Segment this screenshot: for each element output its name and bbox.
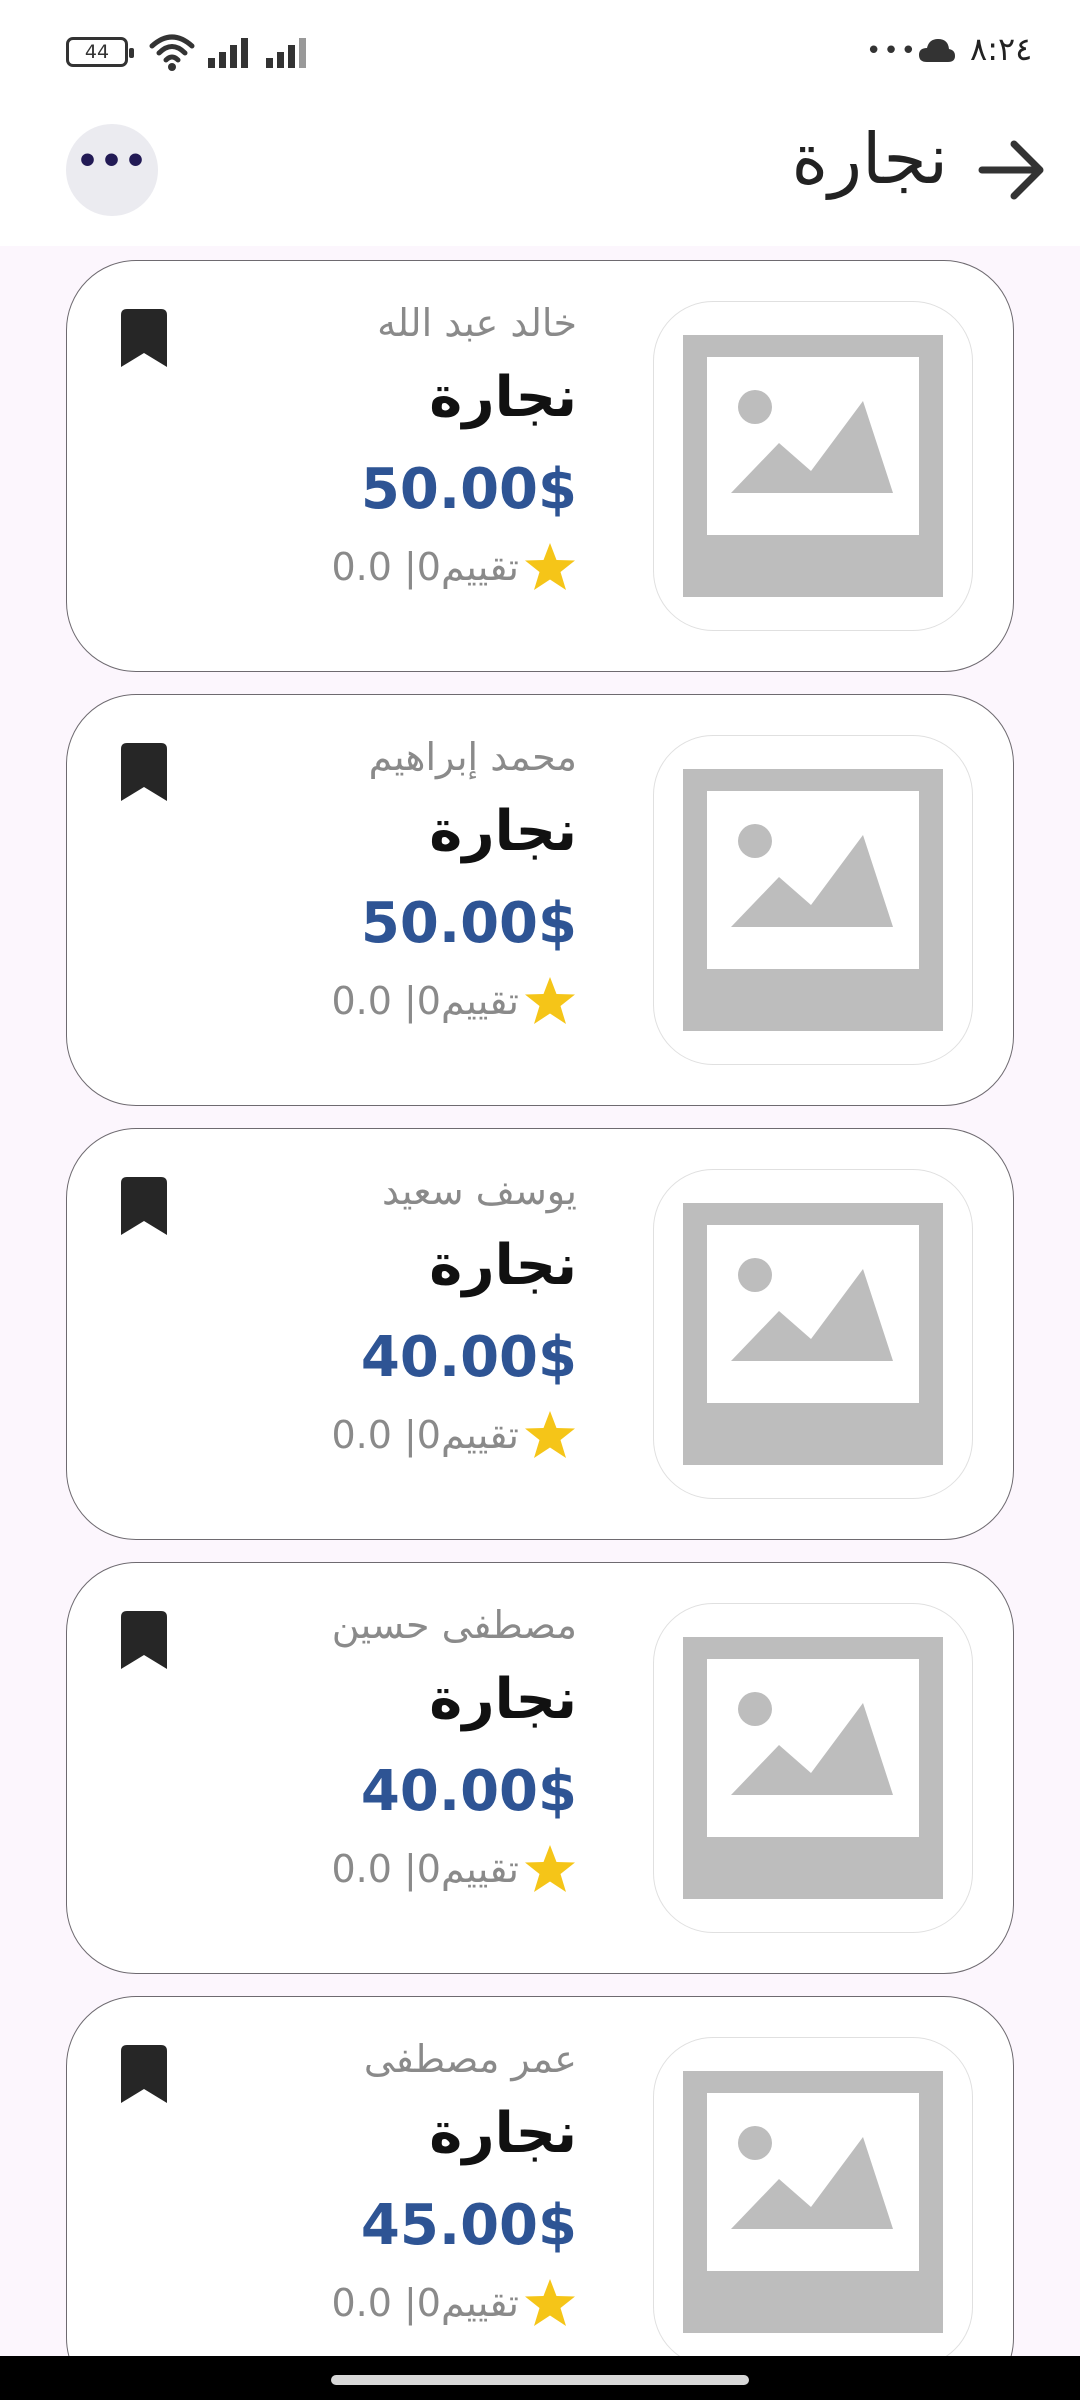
bookmark-icon[interactable]	[121, 1611, 167, 1669]
image-placeholder-icon	[683, 1203, 943, 1465]
rating-text: 0.0 |0تقييم	[331, 2281, 519, 2325]
product-card[interactable]: يوسف سعيد نجارة 40.00$ 0.0 |0تقييم	[66, 1128, 1014, 1540]
system-navigation-bar	[0, 2356, 1080, 2400]
rating-text: 0.0 |0تقييم	[331, 979, 519, 1023]
star-icon	[525, 1411, 575, 1458]
seller-name: عمر مصطفى	[363, 2037, 577, 2081]
image-placeholder-icon	[683, 335, 943, 597]
rating: 0.0 |0تقييم	[331, 1409, 577, 1461]
product-title: نجارة	[429, 1667, 577, 1732]
product-image-placeholder	[653, 2037, 973, 2356]
status-bar: 44 ••• ٨:٢٤	[0, 0, 1080, 100]
product-price: 40.00$	[360, 1325, 577, 1390]
product-card[interactable]: عمر مصطفى نجارة 45.00$ 0.0 |0تقييم	[66, 1996, 1014, 2356]
star-icon	[525, 977, 575, 1024]
star-icon	[525, 543, 575, 590]
clock: ٨:٢٤	[970, 30, 1033, 68]
battery-level: 44	[84, 41, 110, 63]
bookmark-icon[interactable]	[121, 2045, 167, 2103]
product-price: 45.00$	[360, 2193, 577, 2258]
rating-text: 0.0 |0تقييم	[331, 1413, 519, 1457]
product-title: نجارة	[429, 2101, 577, 2166]
more-options-button[interactable]: •••	[66, 124, 158, 216]
back-arrow-icon[interactable]	[976, 130, 1046, 210]
bookmark-icon[interactable]	[121, 743, 167, 801]
cloud-icon	[919, 39, 955, 62]
image-placeholder-icon	[683, 769, 943, 1031]
more-dots-icon: •••	[75, 141, 149, 182]
product-title: نجارة	[429, 365, 577, 430]
seller-name: محمد إبراهيم	[368, 735, 577, 779]
product-price: 50.00$	[360, 457, 577, 522]
product-price: 40.00$	[360, 1759, 577, 1824]
product-title: نجارة	[429, 1233, 577, 1298]
product-image-placeholder	[653, 1169, 973, 1499]
star-icon	[525, 1845, 575, 1892]
battery-icon: 44	[66, 37, 134, 67]
rating: 0.0 |0تقييم	[331, 975, 577, 1027]
rating: 0.0 |0تقييم	[331, 1843, 577, 1895]
cell-signal-icon	[266, 38, 306, 68]
product-price: 50.00$	[360, 891, 577, 956]
rating: 0.0 |0تقييم	[331, 541, 577, 593]
page-title: نجارة	[791, 118, 948, 200]
wifi-icon	[149, 34, 195, 71]
home-gesture-handle[interactable]	[331, 2375, 749, 2385]
product-image-placeholder	[653, 735, 973, 1065]
notification-dots: •••	[866, 36, 919, 66]
bookmark-icon[interactable]	[121, 1177, 167, 1235]
bookmark-icon[interactable]	[121, 309, 167, 367]
seller-name: يوسف سعيد	[381, 1169, 577, 1213]
seller-name: خالد عبد الله	[377, 301, 577, 345]
product-card[interactable]: مصطفى حسين نجارة 40.00$ 0.0 |0تقييم	[66, 1562, 1014, 1974]
rating-text: 0.0 |0تقييم	[331, 545, 519, 589]
product-list: خالد عبد الله نجارة 50.00$ 0.0 |0تقييم م…	[0, 246, 1080, 2356]
product-image-placeholder	[653, 1603, 973, 1933]
image-placeholder-icon	[683, 2071, 943, 2333]
product-image-placeholder	[653, 301, 973, 631]
seller-name: مصطفى حسين	[331, 1603, 577, 1647]
rating: 0.0 |0تقييم	[331, 2277, 577, 2329]
product-title: نجارة	[429, 799, 577, 864]
rating-text: 0.0 |0تقييم	[331, 1847, 519, 1891]
image-placeholder-icon	[683, 1637, 943, 1899]
product-card[interactable]: خالد عبد الله نجارة 50.00$ 0.0 |0تقييم	[66, 260, 1014, 672]
product-card[interactable]: محمد إبراهيم نجارة 50.00$ 0.0 |0تقييم	[66, 694, 1014, 1106]
cell-signal-icon	[208, 38, 248, 68]
star-icon	[525, 2279, 575, 2326]
